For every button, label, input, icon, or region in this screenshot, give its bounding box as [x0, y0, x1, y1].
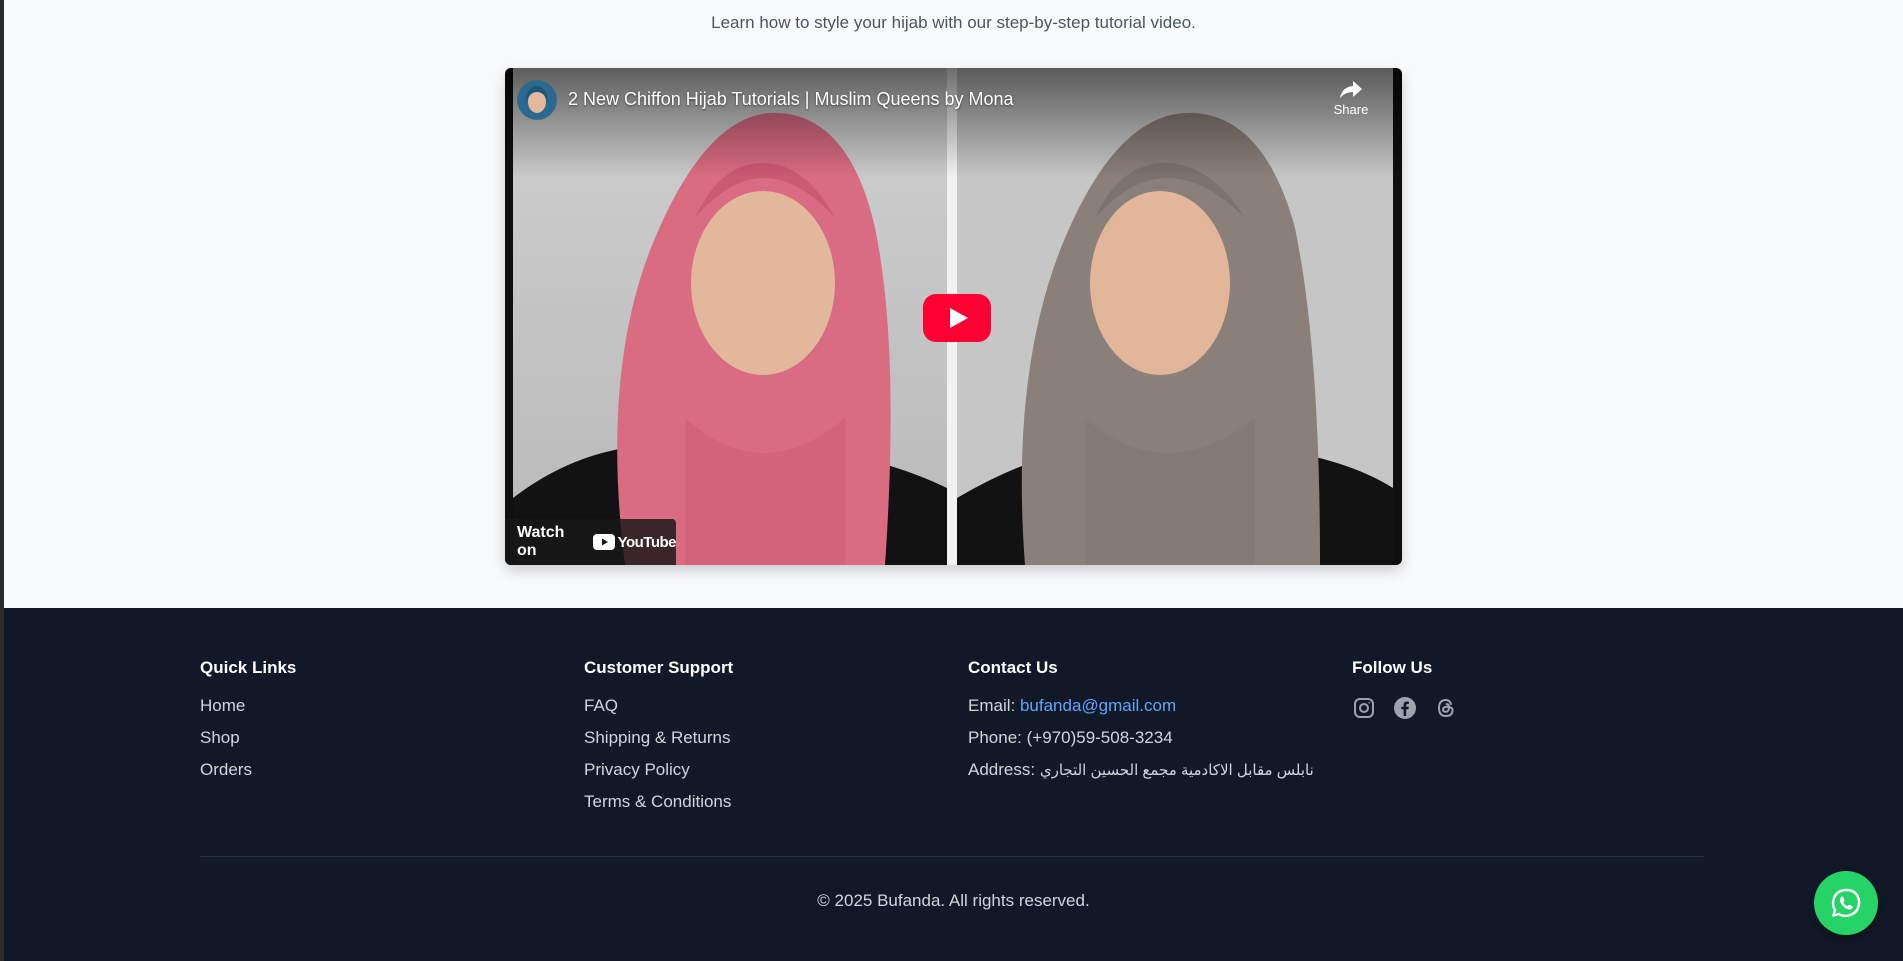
channel-avatar[interactable]	[517, 80, 557, 120]
email-label: Email:	[968, 696, 1016, 715]
watch-on-label: Watch on	[517, 524, 565, 559]
contact-email: Email: bufanda@gmail.com	[968, 696, 1314, 728]
footer-link-shop[interactable]: Shop	[200, 728, 240, 747]
footer-link-shipping-returns[interactable]: Shipping & Returns	[584, 728, 730, 747]
share-icon	[1340, 81, 1362, 98]
footer-link-privacy-policy[interactable]: Privacy Policy	[584, 760, 690, 779]
page-frame: Learn how to style your hijab with our s…	[4, 0, 1903, 961]
phone-value: (+970)59-508-3234	[1026, 728, 1173, 747]
address-value: نابلس مقابل الاكادمية مجمع الحسين التجار…	[1039, 762, 1314, 779]
customer-support-heading: Customer Support	[584, 658, 734, 677]
contact-phone: Phone: (+970)59-508-3234	[968, 728, 1314, 760]
instagram-icon[interactable]	[1352, 696, 1376, 720]
footer-divider	[200, 856, 1704, 857]
contact-address: Address: نابلس مقابل الاكادمية مجمع الحس…	[968, 760, 1314, 792]
share-label: Share	[1333, 102, 1369, 117]
copyright-text: © 2025 Bufanda. All rights reserved.	[817, 891, 1090, 910]
youtube-label: YouTube	[617, 533, 677, 551]
youtube-logo: YouTube	[592, 533, 677, 551]
footer-link-home[interactable]: Home	[200, 696, 245, 715]
address-label: Address:	[968, 760, 1036, 779]
tutorial-section: Learn how to style your hijab with our s…	[4, 0, 1903, 608]
footer-link-orders[interactable]: Orders	[200, 760, 252, 779]
site-footer: Quick Links Home Shop Orders Customer Su…	[4, 608, 1903, 961]
video-title[interactable]: 2 New Chiffon Hijab Tutorials | Muslim Q…	[568, 89, 1014, 110]
facebook-icon[interactable]	[1393, 696, 1417, 720]
footer-link-faq[interactable]: FAQ	[584, 696, 618, 715]
share-button[interactable]: Share	[1328, 80, 1374, 117]
whatsapp-chat-button[interactable]	[1814, 871, 1878, 935]
contact-heading: Contact Us	[968, 658, 1058, 677]
follow-us-column: Follow Us	[1352, 658, 1458, 720]
quick-links-column: Quick Links Home Shop Orders	[200, 658, 296, 792]
play-button[interactable]	[923, 294, 991, 342]
phone-label: Phone:	[968, 728, 1022, 747]
youtube-video-embed[interactable]: 2 New Chiffon Hijab Tutorials | Muslim Q…	[505, 68, 1402, 565]
whatsapp-icon	[1831, 888, 1861, 918]
follow-us-heading: Follow Us	[1352, 658, 1433, 677]
footer-link-terms-conditions[interactable]: Terms & Conditions	[584, 792, 731, 811]
tutorial-subtitle: Learn how to style your hijab with our s…	[711, 13, 1196, 32]
email-link[interactable]: bufanda@gmail.com	[1020, 696, 1176, 715]
youtube-icon	[592, 534, 615, 550]
threads-icon[interactable]	[1434, 696, 1458, 720]
play-icon	[923, 294, 991, 342]
quick-links-heading: Quick Links	[200, 658, 297, 677]
social-links	[1352, 696, 1458, 720]
watch-on-youtube-button[interactable]: Watch on YouTube	[505, 519, 677, 565]
contact-column: Contact Us Email: bufanda@gmail.com Phon…	[968, 658, 1314, 792]
customer-support-column: Customer Support FAQ Shipping & Returns …	[584, 658, 733, 824]
